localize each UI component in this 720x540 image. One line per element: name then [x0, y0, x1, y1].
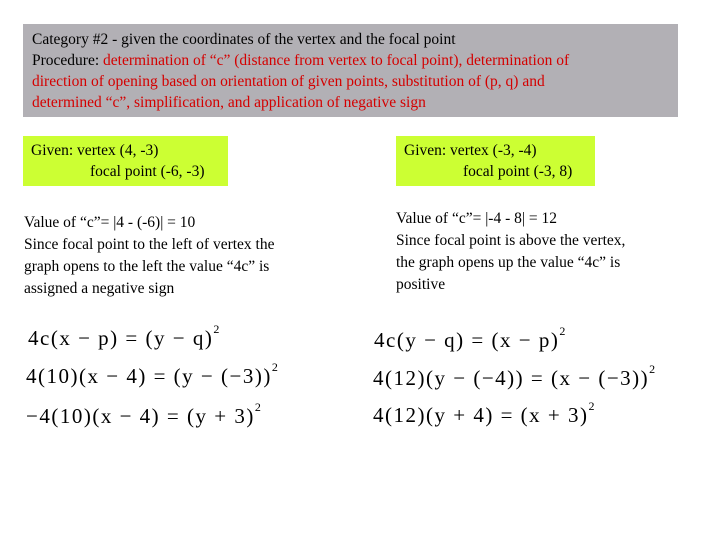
- equation-rhs: (x − p): [491, 328, 560, 352]
- explain-right-line-3: the graph opens up the value “4c” is: [396, 254, 621, 271]
- equation-right-general: 4c(y − q) = (x − p)2: [374, 324, 567, 352]
- category-title: Category #2 - given the coordinates of t…: [32, 31, 456, 48]
- explain-right-line-4: positive: [396, 276, 446, 293]
- equation-exponent: 2: [559, 324, 567, 338]
- procedure-line-2: direction of opening based on orientatio…: [32, 73, 545, 90]
- equation-exponent: 2: [588, 399, 597, 413]
- given-focal-left: focal point (-6, -3): [90, 163, 205, 180]
- given-box-left: Given: vertex (4, -3) focal point (-6, -…: [23, 136, 228, 186]
- equation-rhs: (y + 3): [187, 404, 255, 428]
- explain-left-line-4: assigned a negative sign: [24, 280, 175, 297]
- equation-exponent: 2: [213, 322, 221, 336]
- explain-left-line-2: Since focal point to the left of vertex …: [24, 236, 275, 253]
- equation-rhs: (y − q): [145, 326, 214, 350]
- procedure-label: Procedure:: [32, 52, 104, 69]
- c-value-left: Value of “c”= |4 - (-6)| = 10: [24, 214, 196, 231]
- equation-lhs: 4c(x − p): [28, 326, 119, 350]
- equation-exponent: 2: [271, 360, 280, 374]
- given-focal-right: focal point (-3, 8): [463, 163, 573, 180]
- given-box-right: Given: vertex (-3, -4) focal point (-3, …: [396, 136, 595, 186]
- explanation-right: Value of “c”= |-4 - 8| = 12 Since focal …: [396, 208, 625, 296]
- equation-lhs: 4c(y − q): [374, 328, 465, 352]
- equation-left-general: 4c(x − p) = (y − q)2: [28, 322, 221, 350]
- equation-rhs: (x + 3): [520, 403, 589, 427]
- equation-right-simplified: 4(12)(y + 4) = (x + 3)2: [373, 399, 597, 427]
- equation-rhs: (y − (−3)): [173, 364, 272, 388]
- c-value-right: Value of “c”= |-4 - 8| = 12: [396, 210, 557, 227]
- equation-right-substituted: 4(12)(y − (−4)) = (x − (−3))2: [373, 362, 657, 390]
- equation-lhs: 4(12)(y + 4): [373, 403, 494, 427]
- explain-right-line-2: Since focal point is above the vertex,: [396, 232, 626, 249]
- procedure-text-1: determination of “c” (distance from vert…: [103, 52, 570, 69]
- equation-exponent: 2: [649, 362, 657, 376]
- equation-rhs: (x − (−3)): [551, 366, 650, 390]
- equation-lhs: 4(10)(x − 4): [26, 364, 147, 388]
- procedure-line-1: Procedure: determination of “c” (distanc…: [32, 50, 678, 71]
- procedure-line-3: determined “c”, simplification, and appl…: [32, 94, 426, 111]
- equation-left-simplified: −4(10)(x − 4) = (y + 3)2: [26, 400, 263, 428]
- equation-lhs: 4(12)(y − (−4)): [373, 366, 525, 390]
- equation-lhs: −4(10)(x − 4): [26, 404, 161, 428]
- given-vertex-right: Given: vertex (-3, -4): [404, 142, 537, 159]
- equation-exponent: 2: [254, 400, 263, 414]
- explanation-left: Value of “c”= |4 - (-6)| = 10 Since foca…: [24, 212, 275, 300]
- given-vertex-left: Given: vertex (4, -3): [31, 142, 159, 159]
- equation-left-substituted: 4(10)(x − 4) = (y − (−3))2: [26, 360, 280, 388]
- explain-left-line-3: graph opens to the left the value “4c” i…: [24, 258, 270, 275]
- category-header-box: Category #2 - given the coordinates of t…: [23, 24, 678, 117]
